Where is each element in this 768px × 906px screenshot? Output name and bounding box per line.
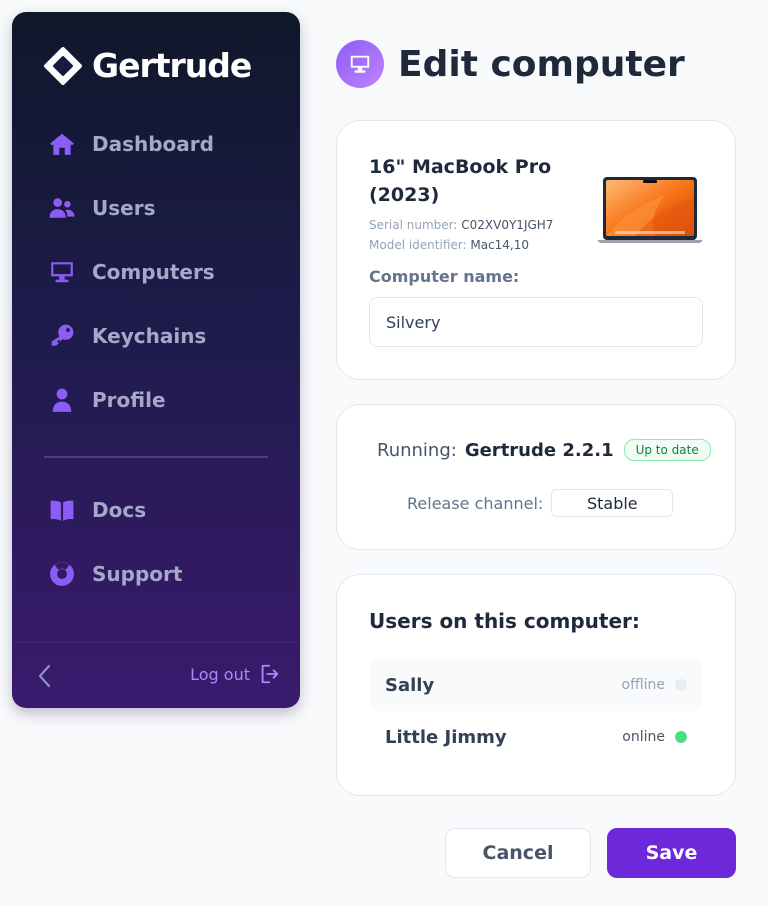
- logo-icon: [44, 46, 82, 85]
- sidebar: Gertrude Dashboard Users Computers Keych…: [12, 12, 300, 708]
- computer-icon: [336, 40, 384, 88]
- logout-button[interactable]: Log out: [190, 663, 280, 685]
- sidebar-footer: Log out: [12, 642, 300, 708]
- user-status-label: offline: [621, 677, 665, 693]
- app-logo[interactable]: Gertrude: [44, 46, 252, 85]
- status-dot: [675, 679, 687, 691]
- sidebar-item-label: Docs: [92, 498, 147, 522]
- collapse-sidebar-button[interactable]: [36, 663, 56, 689]
- logout-icon: [261, 664, 279, 684]
- model-identifier-value: Mac14,10: [470, 238, 530, 252]
- chevron-left-icon: [38, 664, 51, 688]
- serial-number-value: C02XV0Y1JGH7: [461, 218, 554, 232]
- sidebar-item-computers[interactable]: Computers: [48, 252, 215, 292]
- sidebar-item-label: Support: [92, 562, 183, 586]
- sidebar-item-label: Profile: [92, 388, 166, 412]
- sidebar-item-docs[interactable]: Docs: [48, 490, 146, 530]
- sidebar-item-dashboard[interactable]: Dashboard: [48, 124, 214, 164]
- lifebuoy-icon: [48, 560, 76, 588]
- save-button[interactable]: Save: [607, 828, 736, 878]
- sidebar-item-label: Dashboard: [92, 132, 214, 156]
- key-icon: [48, 322, 76, 350]
- running-version-row: Running: Gertrude 2.2.1 Up to date: [377, 439, 711, 461]
- users-icon: [48, 194, 76, 222]
- status-badge: Up to date: [623, 439, 711, 461]
- model-identifier-label: Model identifier:: [369, 238, 467, 252]
- computer-name-label: Computer name:: [369, 267, 520, 286]
- sidebar-item-users[interactable]: Users: [48, 188, 155, 228]
- computer-name-input[interactable]: [369, 297, 703, 347]
- user-icon: [48, 386, 76, 414]
- running-label: Running:: [377, 439, 457, 461]
- model-identifier: Model identifier: Mac14,10: [369, 238, 529, 252]
- book-icon: [48, 496, 76, 524]
- user-row[interactable]: Sally offline: [369, 659, 703, 711]
- app-name: Gertrude: [92, 46, 252, 85]
- status-dot: [675, 731, 687, 743]
- computer-icon: [48, 258, 76, 286]
- users-card: Users on this computer: Sally offline Li…: [336, 574, 736, 796]
- computer-model: 16" MacBook Pro (2023): [369, 156, 552, 206]
- user-status: offline: [622, 677, 687, 693]
- sidebar-item-profile[interactable]: Profile: [48, 380, 166, 420]
- serial-number: Serial number: C02XV0Y1JGH7: [369, 218, 553, 232]
- sidebar-item-label: Keychains: [92, 324, 207, 348]
- sidebar-item-label: Computers: [92, 260, 215, 284]
- user-name: Sally: [385, 674, 435, 696]
- user-name: Little Jimmy: [385, 726, 507, 748]
- page-title: Edit computer: [398, 43, 685, 85]
- users-section-title: Users on this computer:: [369, 609, 640, 633]
- sidebar-item-support[interactable]: Support: [48, 554, 182, 594]
- running-version: Gertrude 2.2.1: [464, 439, 614, 461]
- serial-number-label: Serial number:: [369, 218, 458, 232]
- release-channel-row: Release channel: Stable: [407, 489, 674, 517]
- release-channel-label: Release channel:: [407, 493, 544, 513]
- user-status: online: [622, 729, 687, 745]
- release-channel-select[interactable]: Stable: [551, 489, 674, 517]
- user-row[interactable]: Little Jimmy online: [369, 711, 703, 763]
- release-card: Running: Gertrude 2.2.1 Up to date Relea…: [336, 404, 736, 550]
- logout-label: Log out: [190, 664, 250, 684]
- laptop-image: [597, 177, 703, 243]
- sidebar-item-label: Users: [92, 196, 156, 220]
- user-status-label: online: [622, 729, 665, 745]
- home-icon: [48, 130, 76, 158]
- computer-info-card: 16" MacBook Pro (2023) Serial number: C0…: [336, 120, 736, 380]
- cancel-button[interactable]: Cancel: [445, 828, 591, 878]
- page-header: Edit computer: [336, 40, 685, 88]
- sidebar-divider: [44, 456, 268, 458]
- sidebar-item-keychains[interactable]: Keychains: [48, 316, 206, 356]
